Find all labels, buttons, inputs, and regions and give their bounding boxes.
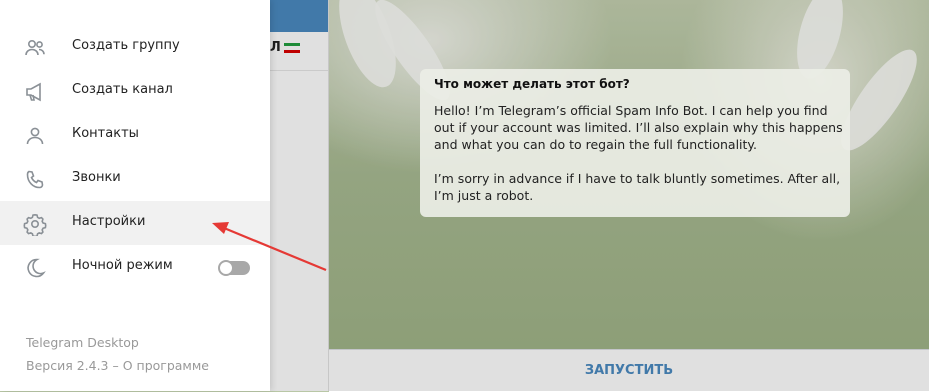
menu-item-calls[interactable]: Звонки [0,157,270,201]
menu-item-create-channel[interactable]: Создать канал [0,69,270,113]
moon-icon [27,258,46,278]
megaphone-icon [26,82,41,102]
person-icon [26,127,44,145]
menu-item-contacts[interactable]: Контакты [0,113,270,157]
menu-item-settings[interactable]: Настройки [0,201,270,245]
bot-info-body: Hello! I’m Telegram’s official Spam Info… [434,103,843,203]
menu-item-label: Звонки [72,170,121,185]
main-menu-drawer: Создать группу Создать канал Контакты Зв… [0,0,270,391]
group-icon [25,40,45,56]
menu-item-label: Настройки [72,214,146,229]
menu-item-label: Контакты [72,126,139,141]
bot-info-title: Что может делать этот бот? [434,77,630,91]
app-name: Telegram Desktop [26,335,139,350]
version-line: Версия 2.4.3 – О программе [26,358,209,373]
phone-icon [26,170,44,189]
version-text: Версия 2.4.3 – [26,358,123,373]
menu-item-create-group[interactable]: Создать группу [0,25,270,69]
about-link[interactable]: О программе [123,358,209,373]
menu-item-night-mode[interactable]: Ночной режим [0,245,270,289]
menu-item-label: Ночной режим [72,258,173,273]
menu-item-label: Создать группу [72,38,180,53]
gear-icon [23,213,47,236]
night-mode-toggle[interactable] [218,260,250,276]
menu-item-label: Создать канал [72,82,173,97]
toggle-knob [218,260,234,276]
bot-info-bubble: Что может делать этот бот? Hello! I’m Te… [420,69,850,217]
